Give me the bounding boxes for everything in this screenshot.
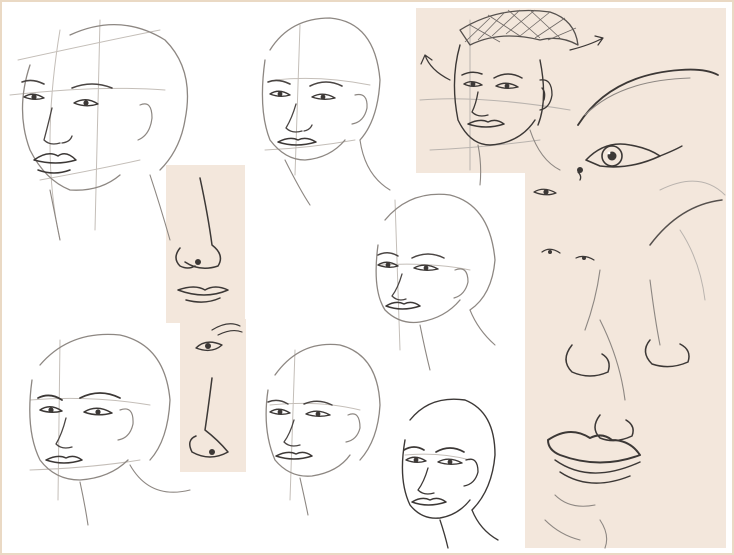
face-sketch-bottom-left <box>29 333 191 526</box>
face-sketch-top-middle <box>261 17 391 206</box>
nose-mouth-study-large <box>544 269 690 549</box>
eye-study-large <box>577 68 726 301</box>
eye-nose-study-panel-bottom <box>189 323 243 458</box>
sketch-drawing <box>9 9 726 549</box>
face-sketch-hair-study <box>419 9 604 186</box>
face-sketch-bottom-middle <box>265 343 381 516</box>
sketch-sheet <box>0 0 734 555</box>
face-sketch-top-left <box>9 19 189 241</box>
eye-study-small <box>533 188 595 261</box>
face-sketch-center <box>375 193 496 371</box>
face-sketch-bottom-right <box>401 398 499 549</box>
nose-study-panel-top <box>175 177 229 303</box>
